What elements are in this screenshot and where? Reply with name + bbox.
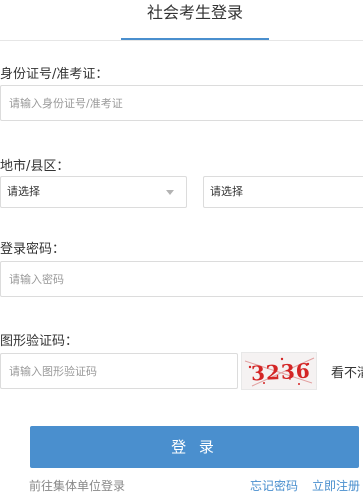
city-select[interactable]: 请选择 <box>0 176 187 208</box>
id-number-field[interactable] <box>0 85 363 121</box>
captcha-input[interactable] <box>1 354 237 388</box>
id-number-input[interactable] <box>1 86 363 120</box>
password-field[interactable] <box>0 261 363 297</box>
captcha-text: 3236 <box>250 358 312 386</box>
unit-login-link[interactable]: 前往集体单位登录 <box>29 477 125 494</box>
login-button[interactable]: 登 录 <box>30 426 359 468</box>
chevron-down-icon <box>166 190 174 195</box>
captcha-image[interactable]: 3236 <box>241 352 317 390</box>
password-label: 登录密码： <box>0 242 66 257</box>
login-page: 社会考生登录 身份证号/准考证： 地市/县区： 请选择 请选择 登录密码： 图形… <box>0 0 363 495</box>
register-link[interactable]: 立即注册 <box>312 477 360 494</box>
city-select-value: 请选择 <box>7 185 40 198</box>
forgot-password-link[interactable]: 忘记密码 <box>250 477 298 494</box>
id-number-label: 身份证号/准考证： <box>0 67 109 82</box>
tab-social-candidate-login[interactable]: 社会考生登录 <box>121 0 269 40</box>
captcha-field[interactable] <box>0 353 238 389</box>
tab-header: 社会考生登录 <box>0 0 363 41</box>
county-select-value: 请选择 <box>210 185 243 198</box>
county-select[interactable]: 请选择 <box>203 176 363 208</box>
captcha-label: 图形验证码： <box>0 334 79 349</box>
region-label: 地市/县区： <box>0 159 70 174</box>
password-input[interactable] <box>1 262 363 296</box>
captcha-refresh-link[interactable]: 看不清 <box>331 362 363 381</box>
